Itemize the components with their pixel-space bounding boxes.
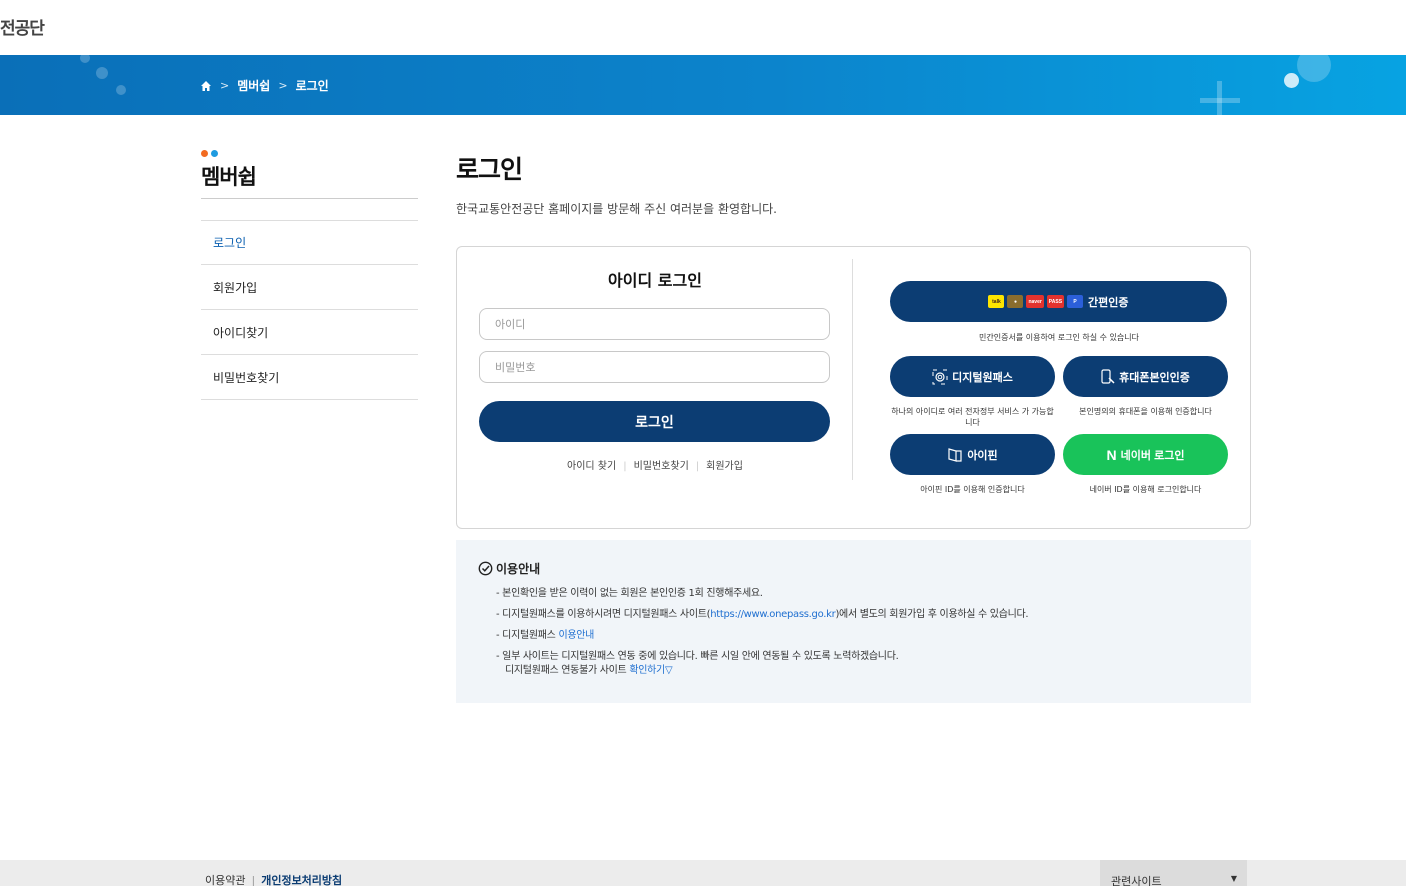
home-icon[interactable] xyxy=(200,80,212,92)
signup-link[interactable]: 회원가입 xyxy=(706,461,743,472)
guide-list: - 본인확인을 받은 이력이 없는 회원은 본인인증 1회 진행해주세요. - … xyxy=(478,587,1229,678)
ipin-desc: 아이핀 ID를 이용해 인증합니다 xyxy=(920,485,1025,494)
pass-logo-icon: PASS xyxy=(1046,295,1065,308)
naver-login-desc: 네이버 ID를 이용해 로그인합니다 xyxy=(1089,485,1202,494)
phone-auth-desc: 본인명의의 휴대폰을 이용해 인증합니다 xyxy=(1079,407,1212,416)
guide-text: - 디지털원패스를 이용하시려면 디지털원패스 사이트( xyxy=(496,609,711,620)
decor-dot xyxy=(80,55,90,63)
ipin-button[interactable]: 아이핀 xyxy=(890,434,1055,475)
sidebar-item-find-password[interactable]: 비밀번호찾기 xyxy=(201,355,418,400)
sidebar-dots xyxy=(201,150,418,157)
guide-title: 이용안내 xyxy=(478,560,1229,577)
guide-title-text: 이용안내 xyxy=(496,562,541,576)
login-box: 아이디 로그인 로그인 아이디 찾기 | 비밀번호찾기 | 회원가입 talk ● na… xyxy=(456,246,1251,529)
guide-text: - 디지털원패스 xyxy=(496,630,559,641)
check-sites-link[interactable]: 확인하기▽ xyxy=(629,665,672,676)
sidebar-item-signup[interactable]: 회원가입 xyxy=(201,265,418,310)
privacy-link[interactable]: 개인정보처리방침 xyxy=(261,874,342,886)
footer: 이용약관 | 개인정보처리방침 관련사이트 ▼ xyxy=(0,860,1406,886)
toss-logo-icon: ● xyxy=(1007,295,1024,308)
digital-onepass-label: 디지털원패스 xyxy=(952,371,1013,384)
ipin-icon xyxy=(948,447,962,462)
dropdown-arrow-icon: ▼ xyxy=(1230,874,1237,883)
panel-divider xyxy=(852,259,853,480)
login-button[interactable]: 로그인 xyxy=(479,401,830,442)
decor-dot xyxy=(116,85,126,95)
footer-separator: | xyxy=(251,874,256,886)
naver-login-label: 네이버 로그인 xyxy=(1120,449,1185,462)
sidebar: 멤버쉽 로그인 회원가입 아이디찾기 비밀번호찾기 xyxy=(201,150,418,400)
digital-onepass-button[interactable]: 디지털원패스 xyxy=(890,356,1055,397)
sidebar-menu: 로그인 회원가입 아이디찾기 비밀번호찾기 xyxy=(201,220,418,400)
simple-auth-desc: 민간인증서를 이용하여 로그인 하실 수 있습니다 xyxy=(979,333,1139,342)
ipin-label: 아이핀 xyxy=(967,449,998,462)
payco-logo-icon: P xyxy=(1067,295,1084,308)
cert-row: 디지털원패스 하나의 아이디로 여러 전자정부 서비스 가 가능합니다 휴대폰본… xyxy=(890,356,1228,428)
welcome-text: 한국교통안전공단 홈페이지를 방문해 주신 여러분을 환영합니다. xyxy=(456,202,777,216)
phone-auth-button[interactable]: 휴대폰본인인증 xyxy=(1063,356,1228,397)
digital-onepass-desc: 하나의 아이디로 여러 전자정부 서비스 가 가능합니다 xyxy=(891,407,1054,427)
blue-dot xyxy=(211,150,218,157)
orange-dot xyxy=(201,150,208,157)
account-links: 아이디 찾기 | 비밀번호찾기 | 회원가입 xyxy=(479,457,831,472)
site-brand[interactable]: 전공단 xyxy=(0,14,45,39)
find-id-link[interactable]: 아이디 찾기 xyxy=(567,461,616,472)
password-input[interactable] xyxy=(479,351,830,383)
related-sites-select[interactable]: 관련사이트 ▼ xyxy=(1100,860,1247,886)
main-content: 로그인 한국교통안전공단 홈페이지를 방문해 주신 여러분을 환영합니다. 아이… xyxy=(456,150,1251,703)
find-password-link[interactable]: 비밀번호찾기 xyxy=(634,461,689,472)
onepass-site-link[interactable]: https://www.onepass.go.kr xyxy=(710,609,836,620)
terms-link[interactable]: 이용약관 xyxy=(205,874,245,886)
certification-panel: talk ● naver PASS P 간편인증 민간인증서를 이용하여 로그인… xyxy=(890,281,1228,495)
breadcrumb: > 멤버쉽 > 로그인 xyxy=(200,77,329,94)
fingerprint-icon xyxy=(932,369,948,384)
breadcrumb-separator: > xyxy=(278,79,288,92)
decor-dot xyxy=(1297,55,1331,82)
footer-links: 이용약관 | 개인정보처리방침 xyxy=(205,872,342,886)
decor-dot xyxy=(1284,73,1299,88)
sidebar-title: 멤버쉽 xyxy=(201,161,418,199)
page-title: 로그인 xyxy=(456,155,523,184)
naver-cert-logo-icon: naver xyxy=(1026,295,1044,308)
id-login-title: 아이디 로그인 xyxy=(608,271,702,290)
guide-item: - 본인확인을 받은 이력이 없는 회원은 본인인증 1회 진행해주세요. xyxy=(496,588,763,599)
decor-dot xyxy=(96,67,108,79)
related-sites-label: 관련사이트 xyxy=(1111,875,1162,886)
usage-info-link[interactable]: 이용안내 xyxy=(558,630,594,641)
check-circle-icon xyxy=(478,561,493,576)
simple-auth-button[interactable]: talk ● naver PASS P 간편인증 xyxy=(890,281,1227,322)
guide-item: - 일부 사이트는 디지털원패스 연동 중에 있습니다. 빠른 시일 안에 연동… xyxy=(496,650,1229,678)
sub-banner: > 멤버쉽 > 로그인 xyxy=(0,55,1406,115)
sidebar-item-find-id[interactable]: 아이디찾기 xyxy=(201,310,418,355)
link-separator: | xyxy=(695,461,700,472)
top-bar: 전공단 xyxy=(0,0,1406,55)
kakao-logo-icon: talk xyxy=(988,295,1005,308)
usage-guide: 이용안내 - 본인확인을 받은 이력이 없는 회원은 본인인증 1회 진행해주세… xyxy=(456,540,1251,703)
decor-plus xyxy=(1217,81,1222,115)
guide-text: )에서 별도의 회원가입 후 이용하실 수 있습니다. xyxy=(835,609,1029,620)
guide-text: - 일부 사이트는 디지털원패스 연동 중에 있습니다. 빠른 시일 안에 연동… xyxy=(496,651,899,662)
breadcrumb-membership[interactable]: 멤버쉽 xyxy=(237,77,270,94)
breadcrumb-separator: > xyxy=(220,79,230,92)
sidebar-item-login[interactable]: 로그인 xyxy=(201,220,418,265)
simple-auth-label: 간편인증 xyxy=(1088,296,1129,309)
link-separator: | xyxy=(623,461,627,472)
id-login-panel: 아이디 로그인 로그인 아이디 찾기 | 비밀번호찾기 | 회원가입 xyxy=(479,267,831,472)
guide-item: - 디지털원패스 이용안내 xyxy=(496,629,1229,643)
cert-row: 아이핀 아이핀 ID를 이용해 인증합니다 N 네이버 로그인 네이버 ID를 … xyxy=(890,434,1228,495)
guide-text: 디지털원패스 연동불가 사이트 xyxy=(505,665,630,676)
id-input[interactable] xyxy=(479,308,830,340)
naver-n-icon: N xyxy=(1106,446,1117,463)
guide-item: - 디지털원패스를 이용하시려면 디지털원패스 사이트(https://www.… xyxy=(496,608,1229,622)
naver-login-button[interactable]: N 네이버 로그인 xyxy=(1063,434,1228,475)
breadcrumb-login[interactable]: 로그인 xyxy=(296,77,329,94)
phone-auth-label: 휴대폰본인인증 xyxy=(1119,371,1190,384)
phone-icon xyxy=(1101,368,1115,384)
